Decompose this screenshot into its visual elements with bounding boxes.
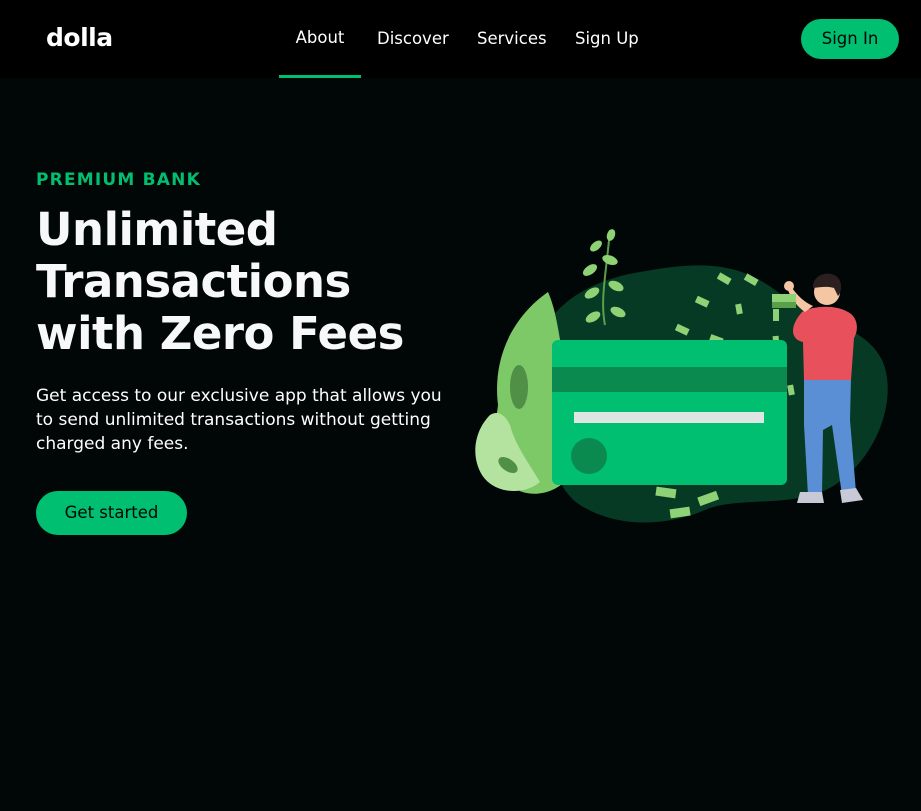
- credit-card-stripe: [552, 367, 787, 392]
- credit-card-chip: [571, 438, 607, 474]
- nav-link-discover[interactable]: Discover: [377, 0, 449, 78]
- plant-spot: [510, 365, 528, 409]
- hero-headline: Unlimited Transactions with Zero Fees: [36, 203, 404, 360]
- nav-link-about[interactable]: About: [279, 0, 361, 78]
- logo[interactable]: dolla: [46, 20, 113, 56]
- hero-eyebrow: PREMIUM BANK: [36, 170, 201, 190]
- credit-card-money-illustration: [475, 229, 888, 523]
- get-started-button[interactable]: Get started: [36, 491, 187, 535]
- nav-link-services[interactable]: Services: [477, 0, 547, 78]
- nav-link-sign-up[interactable]: Sign Up: [575, 0, 639, 78]
- credit-card-number-line: [574, 412, 764, 423]
- sign-in-button[interactable]: Sign In: [801, 19, 899, 59]
- hero-subtitle: Get access to our exclusive app that all…: [36, 386, 442, 454]
- navbar: dolla About Discover Services Sign Up Si…: [0, 0, 921, 78]
